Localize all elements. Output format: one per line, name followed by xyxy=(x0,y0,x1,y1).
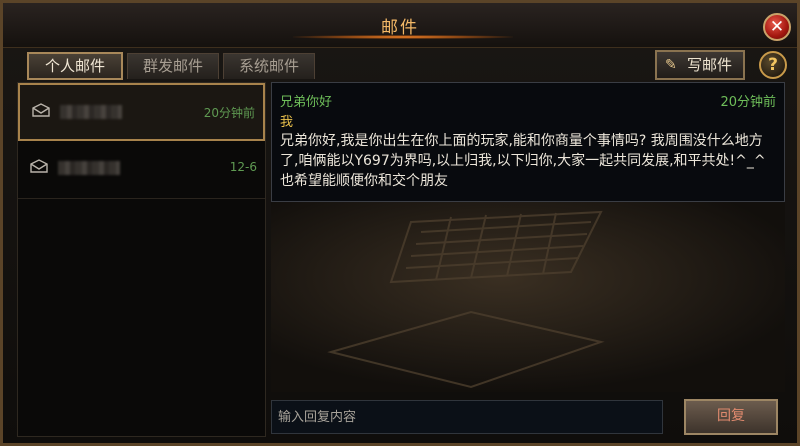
message-body: 兄弟你好,我是你出生在你上面的玩家,能和你商量个事情吗? 我周围没什么地方了,咱… xyxy=(280,133,766,189)
pencil-icon: ✎ xyxy=(665,57,677,73)
close-button[interactable]: ✕ xyxy=(763,13,791,41)
window-title: 邮件 xyxy=(381,18,419,38)
reply-button[interactable]: 回复 xyxy=(684,399,778,435)
mail-list: 20分钟前 12-6 xyxy=(17,82,266,437)
envelope-icon xyxy=(30,159,48,173)
envelope-icon xyxy=(32,103,50,117)
tab-group-mail[interactable]: 群发邮件 xyxy=(127,53,219,79)
mail-list-item[interactable]: 20分钟前 xyxy=(18,83,265,141)
reply-input[interactable] xyxy=(271,400,663,434)
message-time: 20分钟前 xyxy=(720,95,776,110)
sender-name-redacted xyxy=(58,161,120,175)
message-sender: 我 xyxy=(280,115,294,130)
title-bar: 邮件 ✕ xyxy=(3,3,797,48)
message-subject: 兄弟你好 xyxy=(280,95,333,110)
tab-personal-mail[interactable]: 个人邮件 xyxy=(27,52,123,80)
mail-window: 邮件 ✕ 个人邮件 群发邮件 系统邮件 ✎ 写邮件 ? 20分钟前 12-6 兄… xyxy=(0,0,800,446)
background-artwork xyxy=(271,202,785,392)
message-panel: 兄弟你好 20分钟前 我 兄弟你好,我是你出生在你上面的玩家,能和你商量个事情吗… xyxy=(271,82,785,202)
mail-list-item[interactable]: 12-6 xyxy=(18,141,265,199)
sender-name-redacted xyxy=(60,105,122,119)
help-button[interactable]: ? xyxy=(759,51,787,79)
tab-system-mail[interactable]: 系统邮件 xyxy=(223,53,315,79)
close-icon: ✕ xyxy=(769,17,785,37)
mail-time: 12-6 xyxy=(229,160,257,174)
mail-time: 20分钟前 xyxy=(203,106,255,120)
write-mail-label: 写邮件 xyxy=(687,56,733,74)
write-mail-button[interactable]: ✎ 写邮件 xyxy=(655,50,745,80)
